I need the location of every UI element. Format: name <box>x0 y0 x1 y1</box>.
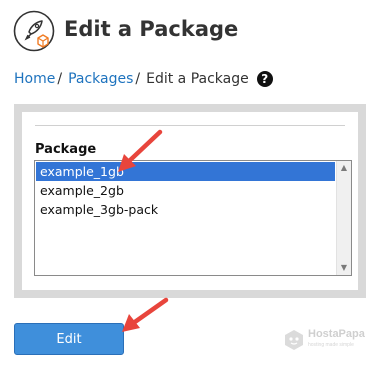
scroll-up-icon[interactable]: ▲ <box>337 161 351 175</box>
page-title: Edit a Package <box>64 17 239 41</box>
help-circle-icon[interactable]: ? <box>256 71 273 87</box>
package-form-panel: Package example_1gb example_2gb example_… <box>14 104 366 298</box>
package-rocket-icon <box>13 10 55 52</box>
annotation-arrow-icon <box>122 297 169 332</box>
package-option[interactable]: example_3gb-pack <box>36 200 335 219</box>
edit-button[interactable]: Edit <box>14 323 124 355</box>
annotation-arrow-icon <box>118 129 163 172</box>
breadcrumb-separator: / <box>57 71 63 87</box>
scroll-down-icon[interactable]: ▼ <box>337 261 351 275</box>
package-form-inner: Package example_1gb example_2gb example_… <box>22 112 358 290</box>
package-option[interactable]: example_2gb <box>36 181 335 200</box>
breadcrumb-current: Edit a Package <box>146 71 249 87</box>
hostapapa-watermark: HostaPapa hosting made simple <box>283 326 373 356</box>
watermark-tagline: hosting made simple <box>308 342 354 348</box>
breadcrumb-packages-link[interactable]: Packages <box>68 69 133 89</box>
package-listbox[interactable]: example_1gb example_2gb example_3gb-pack… <box>34 160 352 276</box>
package-option[interactable]: example_1gb <box>36 162 335 181</box>
hostapapa-logo-icon <box>285 330 303 350</box>
breadcrumb-separator: / <box>135 71 141 87</box>
watermark-brand: HostaPapa <box>308 328 365 340</box>
breadcrumb-home-link[interactable]: Home <box>14 69 55 89</box>
listbox-scrollbar[interactable]: ▲ ▼ <box>336 161 351 275</box>
breadcrumb: Home / Packages / Edit a Package ? <box>14 69 273 89</box>
divider <box>35 125 345 126</box>
package-field-label: Package <box>35 142 97 157</box>
